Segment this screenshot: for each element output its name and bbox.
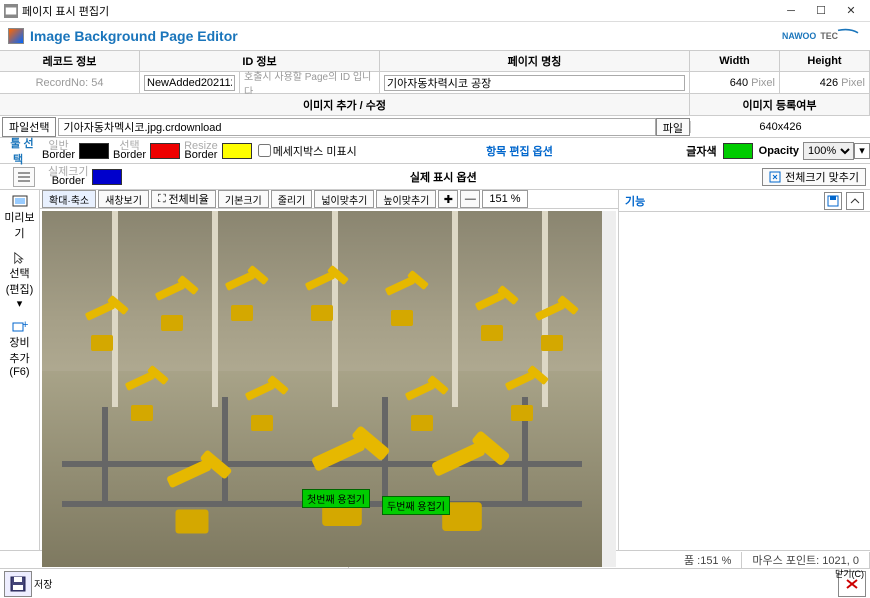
tool-row-2: 실제크기Border 실제 표시 옵션 전체크기 맞추기 — [0, 164, 870, 190]
border-resize-label: ResizeBorder — [182, 142, 220, 160]
file-path-input[interactable] — [58, 118, 655, 136]
canvas[interactable]: 첫번째 용접기 두번째 용접기 — [42, 211, 616, 567]
add-equipment-icon: + — [12, 320, 28, 334]
expand-icon: ⛶ — [158, 193, 166, 206]
app-header: Image Background Page Editor NAWOO TEC — [0, 22, 870, 50]
file-select-button[interactable]: 파일선택 — [2, 117, 56, 137]
image-size: 640x426 — [690, 121, 870, 133]
function-label: 기능 — [625, 193, 820, 209]
pagename-header: 페이지 명칭 — [380, 51, 690, 71]
maximize-button[interactable]: ☐ — [806, 2, 836, 20]
chevron-up-icon — [850, 196, 860, 206]
swatch-black[interactable] — [79, 143, 109, 159]
sidebar-select-edit[interactable]: 선택(편집) ▾ — [0, 248, 39, 313]
opacity-label: Opacity — [759, 145, 799, 157]
file-row: 파일선택 파일 640x426 — [0, 116, 870, 138]
swatch-green[interactable] — [723, 143, 753, 159]
fit-height-button[interactable]: 높이맞추기 — [376, 190, 436, 208]
minus-icon: — — [465, 193, 476, 205]
info-header-row: 레코드 정보 ID 정보 페이지 명칭 Width Height — [0, 50, 870, 72]
sidebar-preview[interactable]: 미리보기 — [0, 192, 39, 244]
full-ratio-button[interactable]: ⛶ 전체비율 — [151, 190, 216, 208]
tool-row-1: 툴 선택 일반Border 선택Border ResizeBorder 메세지박… — [0, 138, 870, 164]
refresh-button[interactable]: 새창보기 — [98, 190, 149, 208]
record-header: 레코드 정보 — [0, 51, 140, 71]
info-value-row: RecordNo: 54 호출시 사용할 Page의 ID 입니다 640 Pi… — [0, 72, 870, 94]
save-button[interactable] — [4, 571, 32, 597]
pagename-input[interactable] — [384, 75, 685, 91]
display-options-label: 실제 표시 옵션 — [124, 169, 762, 185]
save-icon-button[interactable] — [824, 192, 842, 210]
overlay-tag-1[interactable]: 첫번째 용접기 — [302, 489, 370, 508]
minimize-button[interactable]: ─ — [776, 2, 806, 20]
collapse-button[interactable] — [846, 192, 864, 210]
preview-icon — [12, 195, 28, 209]
right-panel-toolbar: 기능 — [619, 190, 870, 212]
svg-text:+: + — [22, 320, 28, 331]
image-add-header: 이미지 추가 / 수정 — [0, 94, 690, 115]
opacity-select[interactable]: 100% — [803, 142, 854, 160]
swatch-blue[interactable] — [92, 169, 122, 185]
default-size-button[interactable]: 기본크기 — [218, 190, 269, 208]
id-hint: 호출시 사용할 Page의 ID 입니다 — [240, 72, 380, 93]
border-realsize-label: 실제크기Border — [46, 168, 90, 186]
zoom-minus-button[interactable]: — — [460, 190, 480, 208]
image-reg-header: 이미지 등록여부 — [690, 94, 870, 115]
brand-logo: NAWOO TEC — [782, 27, 862, 45]
plus-icon: ✚ — [444, 193, 453, 206]
zoom-value[interactable]: 151 % — [482, 190, 527, 208]
floppy-icon — [10, 576, 26, 592]
main-area: 미리보기 선택(편집) ▾ + 장비 추가 (F6) 확대·축소 새창보기 ⛶ … — [0, 190, 870, 550]
id-input[interactable] — [144, 75, 235, 91]
titlebar: 페이지 표시 편집기 ─ ☐ ✕ — [0, 0, 870, 22]
swatch-yellow[interactable] — [222, 143, 252, 159]
list-icon[interactable] — [13, 167, 35, 187]
sidebar-add-equipment[interactable]: + 장비 추가 (F6) — [0, 317, 39, 381]
window-title: 페이지 표시 편집기 — [22, 3, 109, 19]
file-button[interactable]: 파일 — [656, 118, 690, 136]
svg-text:NAWOO: NAWOO — [782, 31, 816, 41]
close-button[interactable]: ✕ — [836, 2, 866, 20]
scale-button[interactable]: 확대·축소 — [42, 190, 96, 208]
app-title: Image Background Page Editor — [30, 28, 238, 44]
svg-text:TEC: TEC — [820, 31, 838, 41]
fit-icon — [769, 171, 781, 183]
cursor-icon — [12, 251, 28, 265]
status-mouse-2: 마우스 포인트: 1021, 0 — [742, 552, 870, 568]
zoom-plus-button[interactable]: ✚ — [438, 190, 458, 208]
msgbox-checkbox[interactable]: 메세지박스 미표시 — [258, 143, 357, 159]
save-label: 저장 — [34, 576, 52, 591]
floppy-icon — [827, 195, 839, 207]
width-header: Width — [690, 51, 780, 71]
font-color-label: 글자색 — [686, 143, 716, 159]
edit-options-label: 항목 편집 옵션 — [357, 143, 683, 159]
border-select-label: 선택Border — [111, 142, 148, 160]
close-label: 닫기(C) — [835, 567, 864, 580]
record-no: RecordNo: 54 — [0, 72, 140, 93]
app-logo-icon — [8, 28, 24, 44]
height-header: Height — [780, 51, 870, 71]
border-normal-label: 일반Border — [40, 142, 77, 160]
overlay-tag-2[interactable]: 두번째 용접기 — [382, 496, 450, 515]
right-panel: 기능 — [618, 190, 870, 550]
fit-all-button[interactable]: 전체크기 맞추기 — [762, 168, 866, 186]
canvas-toolbar: 확대·축소 새창보기 ⛶ 전체비율 기본크기 줄리기 넓이맞추기 높이맞추기 ✚… — [40, 190, 618, 209]
dropdown-arrow-icon[interactable]: ▾ — [854, 143, 870, 159]
height-value: 426 Pixel — [780, 72, 870, 93]
width-value: 640 Pixel — [690, 72, 780, 93]
tool-select-label: 툴 선택 — [6, 138, 33, 166]
bottom-bar: 저장 — [0, 568, 870, 598]
zoom-out-button[interactable]: 줄리기 — [271, 190, 313, 208]
image-section-header: 이미지 추가 / 수정 이미지 등록여부 — [0, 94, 870, 116]
fit-width-button[interactable]: 넓이맞추기 — [314, 190, 374, 208]
canvas-column: 확대·축소 새창보기 ⛶ 전체비율 기본크기 줄리기 넓이맞추기 높이맞추기 ✚… — [40, 190, 618, 550]
app-icon — [4, 4, 18, 18]
status-zoom: 품 :151 % — [674, 552, 742, 568]
swatch-red[interactable] — [150, 143, 180, 159]
factory-image: 첫번째 용접기 두번째 용접기 — [42, 211, 602, 567]
sidebar: 미리보기 선택(편집) ▾ + 장비 추가 (F6) — [0, 190, 40, 550]
